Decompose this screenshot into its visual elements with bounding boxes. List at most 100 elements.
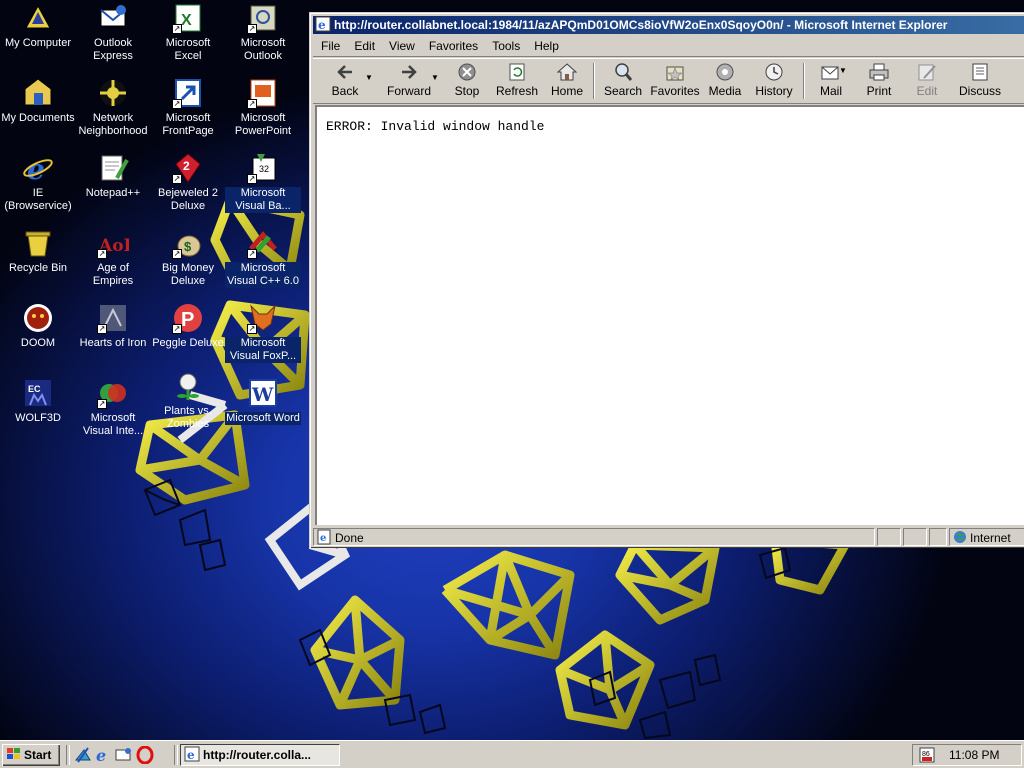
print-icon — [868, 62, 890, 82]
menu-edit[interactable]: Edit — [347, 36, 382, 56]
desktop-icon-outlook[interactable]: ↗ Microsoft Outlook — [225, 2, 301, 63]
forward-dropdown-icon[interactable]: ▼ — [431, 61, 441, 101]
favorites-button[interactable]: Favorites — [649, 61, 701, 101]
media-icon — [714, 62, 736, 82]
stop-button[interactable]: Stop — [447, 61, 487, 101]
desktop-icon-label: My Documents — [1, 112, 75, 124]
desktop-icon-age-of-empires[interactable]: AoE ↗ Age of Empires — [75, 227, 151, 288]
desktop-icon-excel[interactable]: X ↗ Microsoft Excel — [150, 2, 226, 63]
taskbar-ie-button[interactable]: e http://router.colla... — [180, 744, 340, 766]
clock[interactable]: 11:08 PM — [949, 745, 999, 765]
menu-tools[interactable]: Tools — [485, 36, 527, 56]
discuss-label: Discuss — [958, 84, 1001, 98]
desktop-icon-doom[interactable]: DOOM — [0, 302, 76, 350]
discuss-button[interactable]: Discuss — [957, 61, 1003, 101]
desktop-icon-recycle-bin[interactable]: Recycle Bin — [0, 227, 76, 275]
svg-text:86: 86 — [922, 751, 930, 758]
svg-text:$: $ — [184, 239, 192, 254]
print-button[interactable]: Print — [859, 61, 899, 101]
desktop-icon-peggle[interactable]: P ↗ Peggle Deluxe — [150, 302, 226, 350]
system-tray: 86 11:08 PM — [912, 744, 1022, 766]
bejeweled-icon: 2 ↗ — [172, 152, 204, 184]
mail-dropdown-icon[interactable]: ▼ — [839, 61, 849, 101]
desktop-icon-big-money[interactable]: $ ↗ Big Money Deluxe — [150, 227, 226, 288]
shortcut-arrow-icon: ↗ — [247, 99, 257, 109]
media-button[interactable]: Media — [705, 61, 745, 101]
forward-button[interactable]: Forward — [379, 61, 439, 101]
desktop-icon-outlook-express[interactable]: Outlook Express — [75, 2, 151, 63]
visual-cpp-icon: ↗ — [247, 227, 279, 259]
desktop-icon-word[interactable]: W Microsoft Word — [225, 377, 301, 425]
favorites-label: Favorites — [650, 84, 700, 98]
internet-zone-icon — [953, 530, 967, 544]
stop-icon — [456, 62, 478, 82]
history-button[interactable]: History — [751, 61, 797, 101]
desktop-icon-visual-interdev[interactable]: ↗ Microsoft Visual Inte... — [75, 377, 151, 438]
history-label: History — [755, 84, 793, 98]
svg-text:32: 32 — [259, 164, 269, 174]
outlook-express-quicklaunch-icon[interactable] — [114, 746, 132, 764]
error-message: ERROR: Invalid window handle — [326, 119, 545, 134]
start-button[interactable]: Start — [2, 744, 60, 766]
desktop-icon-label: Microsoft FrontPage — [162, 112, 214, 137]
show-desktop-icon[interactable] — [74, 746, 92, 764]
ie-window[interactable]: e http://router.collabnet.local:1984/11/… — [309, 12, 1024, 548]
back-dropdown-icon[interactable]: ▼ — [365, 61, 375, 101]
desktop-icon-ie-browservice[interactable]: e IE (Browservice) — [0, 152, 76, 213]
desktop-icon-visual-cpp[interactable]: ↗ Microsoft Visual C++ 6.0 — [225, 227, 301, 288]
ie-titlebar[interactable]: e http://router.collabnet.local:1984/11/… — [313, 16, 1024, 34]
desktop-icon-hearts-of-iron[interactable]: ↗ Hearts of Iron — [75, 302, 151, 350]
search-label: Search — [603, 84, 643, 98]
svg-text:2: 2 — [183, 159, 190, 173]
shortcut-arrow-icon: ↗ — [247, 174, 257, 184]
shortcut-arrow-icon: ↗ — [172, 174, 182, 184]
toolbar-separator — [593, 63, 595, 99]
taskbar-ie-label: http://router.colla... — [203, 748, 312, 762]
windows-logo-icon — [6, 746, 22, 760]
shortcut-arrow-icon: ↗ — [172, 24, 182, 34]
desktop-icon-visual-basic[interactable]: 32 ↗ Microsoft Visual Ba... — [225, 152, 301, 213]
refresh-button[interactable]: Refresh — [493, 61, 541, 101]
notepadpp-icon — [97, 152, 129, 184]
ie-toolbar: Back ▼ Forward ▼ Stop Refresh Home Searc… — [313, 58, 1024, 104]
shortcut-arrow-icon: ↗ — [97, 249, 107, 259]
desktop-icon-bejeweled[interactable]: 2 ↗ Bejeweled 2 Deluxe — [150, 152, 226, 213]
desktop-icon-frontpage[interactable]: ↗ Microsoft FrontPage — [150, 77, 226, 138]
tray-app-icon[interactable]: 86 — [919, 747, 935, 763]
menu-help[interactable]: Help — [527, 36, 566, 56]
my-computer-icon — [22, 2, 54, 34]
status-panel — [877, 528, 901, 546]
home-button[interactable]: Home — [547, 61, 587, 101]
desktop-icon-visual-foxpro[interactable]: ↗ Microsoft Visual FoxP... — [225, 302, 301, 363]
desktop-icon-network[interactable]: Network Neighborhood — [75, 77, 151, 138]
svg-text:X: X — [181, 12, 192, 29]
desktop-icon-label: Notepad++ — [85, 187, 141, 199]
menu-view[interactable]: View — [382, 36, 422, 56]
forward-arrow-icon — [398, 62, 420, 82]
desktop-icon-plants-vs-zombies[interactable]: Plants vs. Zombies — [150, 370, 226, 431]
desktop-icon-label: Microsoft Visual C++ 6.0 — [225, 262, 301, 288]
menu-favorites[interactable]: Favorites — [422, 36, 485, 56]
hearts-of-iron-icon: ↗ — [97, 302, 129, 334]
desktop-icon-notepadpp[interactable]: Notepad++ — [75, 152, 151, 200]
opera-icon[interactable] — [136, 745, 154, 765]
wolf3d-icon: EC — [22, 377, 54, 409]
shortcut-arrow-icon: ↗ — [247, 249, 257, 259]
desktop-icon-label: Microsoft Visual Inte... — [82, 412, 144, 437]
visual-interdev-icon: ↗ — [97, 377, 129, 409]
menu-file[interactable]: File — [313, 36, 347, 56]
search-button[interactable]: Search — [601, 61, 645, 101]
desktop-icon-my-documents[interactable]: My Documents — [0, 77, 76, 125]
recycle-bin-icon — [22, 227, 54, 259]
svg-text:e: e — [318, 18, 326, 32]
desktop-icon-my-computer[interactable]: My Computer — [0, 2, 76, 50]
ie-content-area[interactable]: ERROR: Invalid window handle — [315, 105, 1024, 525]
ie-quicklaunch-icon[interactable]: e — [94, 746, 112, 765]
desktop-icon-wolf3d[interactable]: EC WOLF3D — [0, 377, 76, 425]
back-button[interactable]: Back — [319, 61, 371, 101]
desktop-icon-powerpoint[interactable]: ↗ Microsoft PowerPoint — [225, 77, 301, 138]
home-label: Home — [550, 84, 583, 98]
edit-button[interactable]: Edit — [909, 61, 945, 101]
desktop-icon-label: Microsoft Visual FoxP... — [225, 337, 301, 363]
desktop-icon-label: Microsoft Excel — [165, 37, 211, 62]
